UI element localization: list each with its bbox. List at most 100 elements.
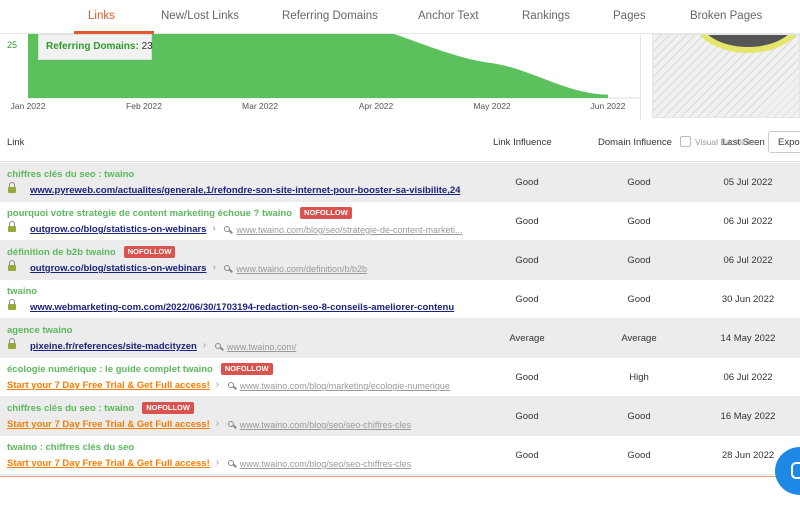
link-influence-cell: Average [509,333,545,344]
chart-tooltip: Referring Domains: 23 [38,34,153,60]
y-tick-label: 25 [7,40,17,50]
search-icon[interactable] [214,343,224,351]
link-influence-cell: Good [515,411,539,422]
domain-influence-cell: Good [627,294,651,305]
header-link[interactable]: Link [7,137,24,148]
domain-influence-cell: Good [627,411,651,422]
anchor-title[interactable]: chiffres clés du seo : twaino [7,169,134,180]
anchor-title[interactable]: pourquoi votre stratégie de content mark… [7,208,292,219]
lock-icon [8,221,16,232]
domain-influence-cell: Good [627,450,651,461]
x-tick-label: Jun 2022 [591,101,626,111]
x-tick-label: Feb 2022 [126,101,162,111]
link-influence-cell: Good [515,372,539,383]
table-row: pourquoi votre stratégie de content mark… [0,202,800,241]
chevron-right-icon: › [212,262,216,273]
link-influence-cell: Good [515,177,539,188]
table-row: écologie numérique : le guide complet tw… [0,358,800,397]
visual-backlinks-label: Visual Backlinks [695,137,757,147]
source-url-link[interactable]: outgrow.co/blog/statistics-on-webinars [30,224,206,235]
lock-icon [8,338,16,349]
domain-influence-cell: Good [627,255,651,266]
anchor-title[interactable]: twaino [7,286,37,297]
free-trial-link[interactable]: Start your 7 Day Free Trial & Get Full a… [7,380,210,391]
visual-backlink-thumbnail[interactable] [652,34,800,118]
x-tick-label: Apr 2022 [359,101,394,111]
nofollow-badge: NOFOLLOW [123,246,176,258]
last-seen-cell: 28 Jun 2022 [721,450,775,461]
last-seen-cell: 06 Jul 2022 [723,255,773,266]
chart-divider [640,34,641,120]
chevron-right-icon: › [212,223,216,234]
target-url-link[interactable]: www.twaino.com/ [227,342,297,352]
target-url-link[interactable]: www.twaino.com/definition/b/b2b [236,264,367,274]
anchor-title[interactable]: écologie numérique : le guide complet tw… [7,364,213,375]
target-url-link[interactable]: www.twaino.com/blog/seo/seo-chiffres-cle… [240,420,411,430]
tab-broken-pages[interactable]: Broken Pages [690,10,762,22]
last-seen-cell: 05 Jul 2022 [723,177,773,188]
nofollow-badge: NOFOLLOW [142,402,194,414]
search-icon[interactable] [227,382,237,390]
link-influence-cell: Good [515,450,539,461]
free-trial-link[interactable]: Start your 7 Day Free Trial & Get Full a… [7,419,210,430]
link-influence-cell: Good [515,216,539,227]
last-seen-cell: 06 Jul 2022 [723,372,773,383]
table-row: twaino www.webmarketing-com.com/2022/06/3… [0,280,800,319]
table-row: chiffres clés du seo : twaino NOFOLLOW Sta… [0,397,800,436]
target-url-link[interactable]: www.twaino.com/blog/seo/seo-chiffres-cle… [240,459,411,469]
source-url-link[interactable]: www.webmarketing-com.com/2022/06/30/1703… [30,302,454,313]
target-url-link[interactable]: www.twaino.com/blog/seo/strategie-de-con… [236,225,462,235]
chat-icon [791,462,800,479]
search-icon[interactable] [227,421,237,429]
header-link-influence[interactable]: Link Influence [493,137,552,148]
tab-bar: Links New/Lost Links Referring Domains A… [0,0,800,34]
export-button[interactable]: Export [768,131,800,153]
table-row: chiffres clés du seo : twaino www.pyreweb… [0,163,800,202]
table-row: agence twaino pixeine.fr/references/site-… [0,319,800,358]
thumbnail-shape [693,35,799,53]
chevron-right-icon: › [215,379,220,390]
anchor-title[interactable]: agence twaino [7,325,72,336]
tab-new-lost-links[interactable]: New/Lost Links [161,10,239,22]
search-icon[interactable] [227,460,237,468]
tab-anchor-text[interactable]: Anchor Text [418,10,479,22]
domain-influence-cell: Good [627,216,651,227]
search-icon[interactable] [224,265,234,273]
free-trial-link[interactable]: Start your 7 Day Free Trial & Get Full a… [7,458,210,469]
table-row: twaino : chiffres clés du seo Start your … [0,436,800,475]
last-seen-cell: 14 May 2022 [720,333,776,344]
last-seen-cell: 16 May 2022 [720,411,776,422]
nofollow-badge: NOFOLLOW [300,207,352,219]
link-influence-cell: Good [515,255,539,266]
domain-influence-cell: Good [627,177,651,188]
lock-icon [8,182,16,193]
last-seen-cell: 06 Jul 2022 [723,216,773,227]
tab-referring-domains[interactable]: Referring Domains [282,10,378,22]
target-url-link[interactable]: www.twaino.com/blog/marketing/ecologie-n… [240,381,450,391]
table-row: définition de b2b twaino NOFOLLOW outgrow.… [0,241,800,280]
anchor-title[interactable]: chiffres clés du seo : twaino [7,403,134,414]
anchor-title[interactable]: twaino : chiffres clés du seo [7,442,134,453]
chevron-right-icon: › [215,418,220,429]
search-icon[interactable] [224,226,234,234]
tab-links[interactable]: Links [88,10,115,22]
nofollow-badge: NOFOLLOW [220,363,273,375]
lock-icon [8,299,16,310]
source-url-link[interactable]: pixeine.fr/references/site-madcityzen [30,341,197,352]
domain-influence-cell: High [629,372,649,383]
tab-pages[interactable]: Pages [613,10,646,22]
source-url-link[interactable]: outgrow.co/blog/statistics-on-webinars [30,263,206,274]
chevron-right-icon: › [202,340,207,351]
export-label: Export [778,137,800,148]
tab-rankings[interactable]: Rankings [522,10,570,22]
lock-icon [8,260,16,271]
source-url-link[interactable]: www.pyreweb.com/actualites/generale,1/re… [30,185,460,196]
x-tick-label: Jan 2022 [11,101,46,111]
last-seen-cell: 30 Jun 2022 [721,294,775,305]
link-influence-cell: Good [515,294,539,305]
header-domain-influence[interactable]: Domain Influence [598,137,672,148]
visual-backlinks-checkbox[interactable] [680,136,691,147]
tooltip-value: 23 [141,41,153,52]
table-bottom-border [0,476,800,477]
anchor-title[interactable]: définition de b2b twaino [7,247,116,258]
